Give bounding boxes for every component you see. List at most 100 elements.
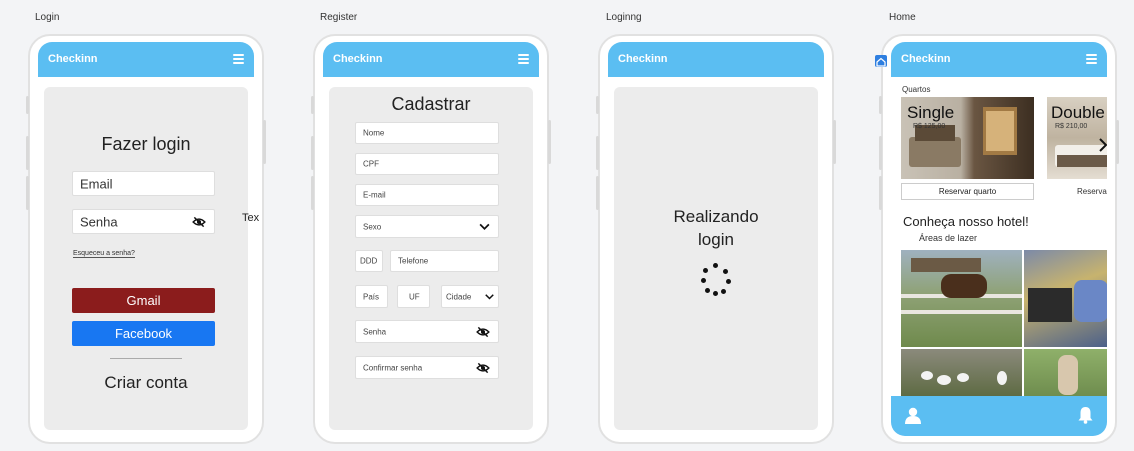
email-placeholder: E-mail <box>363 190 386 200</box>
frame-label-home: Home <box>889 12 916 23</box>
phone-frame-register: Checkinn Cadastrar Nome CPF E-mail Sexo … <box>311 34 551 444</box>
login-screen: Checkinn Fazer login Email Senha Esquece… <box>38 42 254 436</box>
name-placeholder: Nome <box>363 128 385 138</box>
register-title: Cadastrar <box>391 94 471 114</box>
room-name: Double <box>1051 103 1105 122</box>
phone-side-button <box>879 136 882 170</box>
city-select[interactable]: Cidade <box>441 285 499 308</box>
app-bar: Checkinn <box>891 42 1107 77</box>
login-card: Fazer login Email Senha Esqueceu a senha… <box>44 87 248 430</box>
home-badge-icon[interactable] <box>875 55 887 67</box>
home-screen: Checkinn Quartos Single R$ 125,00 Reserv… <box>891 42 1107 436</box>
reserve-room-button[interactable]: Reservar <box>1077 187 1107 196</box>
ddd-field[interactable]: DDD <box>355 250 383 272</box>
confirm-password-placeholder: Confirmar senha <box>363 363 423 372</box>
app-bar: Checkinn <box>38 42 254 77</box>
chevron-down-icon <box>485 293 494 300</box>
frame-label-login: Login <box>35 12 60 23</box>
phone-side-button <box>596 136 599 170</box>
phone-frame-login: Checkinn Fazer login Email Senha Esquece… <box>26 34 266 444</box>
phone-side-button <box>879 176 882 210</box>
phone-side-button <box>596 96 599 114</box>
loading-screen: Checkinn Realizando login <box>608 42 824 436</box>
country-placeholder: País <box>363 292 380 301</box>
phone-side-button <box>879 96 882 114</box>
email-field[interactable]: Email <box>72 171 215 196</box>
forgot-password-link[interactable]: Esqueceu a senha? <box>73 250 135 258</box>
room-name: Single <box>907 103 955 122</box>
phone-placeholder: Telefone <box>398 256 429 266</box>
bottom-nav <box>891 396 1107 436</box>
country-field[interactable]: País <box>355 285 388 308</box>
ddd-placeholder: DDD <box>360 256 378 266</box>
app-title: Checkinn <box>333 53 383 65</box>
leisure-label: Áreas de lazer <box>919 233 978 243</box>
notification-bell-icon[interactable] <box>1078 406 1093 424</box>
leisure-photo-ducks[interactable] <box>901 349 1022 396</box>
password-field[interactable]: Senha <box>355 320 499 343</box>
hamburger-menu-icon[interactable] <box>233 54 244 64</box>
city-placeholder: Cidade <box>446 292 472 301</box>
password-field[interactable]: Senha <box>72 209 215 234</box>
sex-select[interactable]: Sexo <box>355 215 499 238</box>
phone-side-button <box>311 136 314 170</box>
app-title: Checkinn <box>901 53 951 65</box>
hamburger-menu-icon[interactable] <box>518 54 529 64</box>
register-card: Cadastrar Nome CPF E-mail Sexo DDD Telef… <box>329 87 533 430</box>
divider <box>110 358 182 359</box>
confirm-password-field[interactable]: Confirmar senha <box>355 356 499 379</box>
app-title: Checkinn <box>48 53 98 65</box>
app-bar: Checkinn <box>608 42 824 77</box>
loading-spinner-icon <box>698 261 734 297</box>
user-profile-icon[interactable] <box>905 407 921 424</box>
room-photo-single[interactable]: Single R$ 125,00 <box>901 97 1034 179</box>
loading-text-line2: login <box>698 230 734 249</box>
room-photo-double[interactable]: Double R$ 210,00 <box>1047 97 1107 179</box>
stray-text-label: Tex <box>242 212 260 224</box>
reserve-room-button[interactable]: Reservar quarto <box>901 183 1034 200</box>
create-account-link[interactable]: Criar conta <box>44 373 248 393</box>
password-placeholder: Senha <box>80 214 118 229</box>
hotel-heading: Conheça nosso hotel! <box>903 214 1029 229</box>
state-placeholder: UF <box>409 292 420 301</box>
phone-side-button <box>833 120 836 164</box>
facebook-button[interactable]: Facebook <box>72 321 215 346</box>
cpf-field[interactable]: CPF <box>355 153 499 175</box>
gmail-button[interactable]: Gmail <box>72 288 215 313</box>
rooms-label: Quartos <box>902 85 931 94</box>
chevron-right-icon[interactable] <box>1099 138 1107 152</box>
phone-side-button <box>263 120 266 164</box>
leisure-photo-horse[interactable] <box>901 250 1022 347</box>
phone-field[interactable]: Telefone <box>390 250 499 272</box>
hamburger-menu-icon[interactable] <box>1086 54 1097 64</box>
eye-off-icon[interactable] <box>476 326 490 338</box>
sex-placeholder: Sexo <box>363 222 382 231</box>
loading-text-line1: Realizando <box>673 207 759 226</box>
phone-side-button <box>311 176 314 210</box>
phone-side-button <box>26 136 29 170</box>
phone-frame-home: Checkinn Quartos Single R$ 125,00 Reserv… <box>879 34 1119 444</box>
phone-frame-loading: Checkinn Realizando login <box>596 34 836 444</box>
phone-side-button <box>26 176 29 210</box>
eye-off-icon[interactable] <box>192 216 206 228</box>
app-title: Checkinn <box>618 53 668 65</box>
room-price: R$ 210,00 <box>1055 123 1088 130</box>
chevron-down-icon <box>479 223 490 230</box>
cpf-placeholder: CPF <box>363 159 379 169</box>
frame-label-loading: Loginng <box>606 12 642 23</box>
app-bar: Checkinn <box>323 42 539 77</box>
state-field[interactable]: UF <box>397 285 430 308</box>
room-price: R$ 125,00 <box>913 123 946 130</box>
phone-side-button <box>311 96 314 114</box>
phone-side-button <box>26 96 29 114</box>
email-placeholder: Email <box>80 176 113 191</box>
leisure-photo-games[interactable] <box>1024 250 1107 347</box>
frame-label-register: Register <box>320 12 358 23</box>
leisure-photo-alpaca[interactable] <box>1024 349 1107 396</box>
phone-side-button <box>1116 120 1119 164</box>
password-placeholder: Senha <box>363 327 387 336</box>
eye-off-icon[interactable] <box>476 362 490 374</box>
name-field[interactable]: Nome <box>355 122 499 144</box>
email-field[interactable]: E-mail <box>355 184 499 206</box>
login-title: Fazer login <box>101 134 191 154</box>
